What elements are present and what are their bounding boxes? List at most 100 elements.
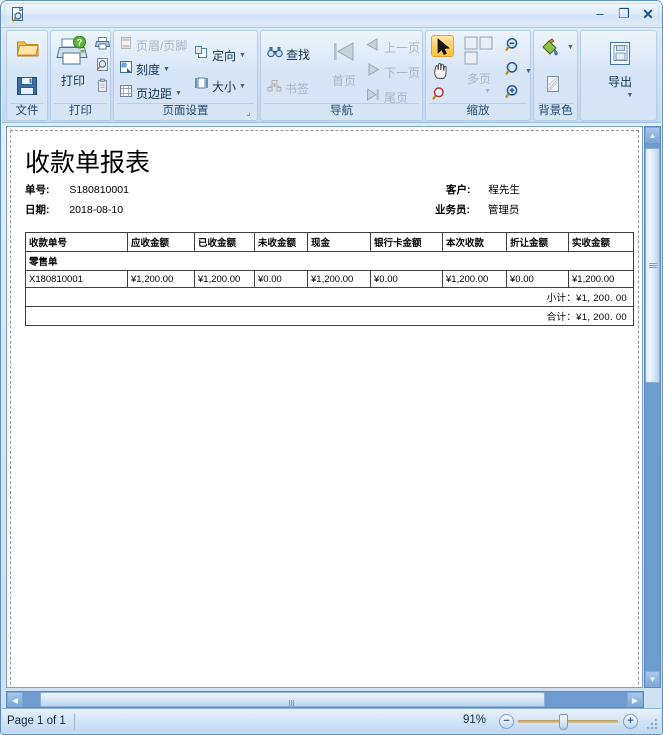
printer-with-question-icon: ? [56,36,90,67]
orientation-button[interactable]: 定向 ▼ [194,45,246,65]
hand-pan-icon[interactable] [431,61,451,86]
ribbon-group-title-background: 背景色 [534,104,577,119]
vertical-scrollbar-thumb[interactable] [645,148,660,383]
orientation-icon [194,45,209,65]
zoom-slider-thumb[interactable] [559,714,568,730]
ribbon-group-export: 导出 ▼ [580,30,657,121]
bookmark-tree-icon [267,79,282,98]
subtotal-label: 小计：¥1, 200. 00 [26,288,634,307]
close-button[interactable]: ✕ [637,6,659,22]
scroll-right-button[interactable]: ▶ [627,692,643,707]
ribbon-toolbar: 文件 ? 打印 [2,28,661,123]
prev-page-icon [365,37,381,57]
field-order-no-label: 单号: [25,184,50,196]
ribbon-group-title-page-setup: 页面设置 [114,104,257,119]
field-customer: 客户: 程先生 [446,182,520,197]
orientation-label: 定向 [212,47,236,64]
resize-grip-icon[interactable] [647,719,658,730]
scale-button[interactable]: 刻度 ▼ [119,60,170,79]
column-header: 折让金额 [507,233,569,252]
column-header: 本次收款 [443,233,507,252]
table-cell: ¥1,200.00 [308,271,371,288]
zoom-out-button[interactable]: − [499,714,514,729]
scroll-down-button[interactable]: ▼ [645,671,660,687]
bookmark-label: 书签 [285,80,309,97]
chevron-down-icon[interactable]: ▼ [525,68,532,75]
title-bar: – ❐ ✕ [1,1,662,28]
table-cell: ¥0.00 [255,271,308,288]
field-salesperson-label: 业务员: [435,204,470,216]
page-indicator: Page 1 of 1 [7,713,75,730]
scroll-left-button[interactable]: ◀ [7,692,23,707]
chevron-down-icon[interactable]: ▼ [163,66,170,73]
print-button[interactable]: ? 打印 [54,36,92,89]
pointer-tool-button[interactable] [431,35,454,57]
field-date-label: 日期: [25,204,50,216]
scroll-up-button[interactable]: ▲ [645,127,660,143]
chevron-down-icon[interactable]: ▼ [618,92,642,99]
print-preview-magnifier-icon[interactable] [95,57,110,77]
watermark-icon[interactable] [545,75,561,99]
column-header: 已收金额 [195,233,255,252]
find-button[interactable]: 查找 [267,45,310,64]
paper-size-icon [194,76,209,96]
margins-button[interactable]: 页边距 ▼ [119,84,182,103]
ribbon-group-title-navigation: 导航 [261,104,422,119]
zoom-slider-track[interactable] [518,720,618,723]
horizontal-scrollbar-thumb[interactable] [40,692,545,707]
multipage-button[interactable]: 多页 ▼ [459,35,499,95]
mouse-pointer-icon [433,37,454,57]
multipage-label: 多页 [459,70,499,87]
zoom-out-icon[interactable] [504,36,523,60]
maximize-button[interactable]: ❐ [613,6,635,22]
zoom-level-icon[interactable] [504,60,523,84]
open-folder-icon[interactable] [16,37,40,64]
group-label: 零售单 [26,252,634,271]
field-order-no-value: S180810001 [69,184,129,196]
paint-bucket-icon[interactable] [540,38,560,62]
clipboard-icon[interactable] [95,78,110,98]
minimize-button[interactable]: – [589,6,611,22]
svg-text:?: ? [77,37,83,47]
table-cell: ¥1,200.00 [195,271,255,288]
save-floppy-icon[interactable] [16,75,39,102]
table-total-row: 合计：¥1, 200. 00 [26,307,634,326]
document-viewport[interactable]: 收款单报表 单号: S180810001 日期: 2018-08-10 客户: … [6,126,643,688]
dialog-launcher-icon[interactable]: ⌟ [243,107,254,118]
chevron-down-icon[interactable]: ▼ [476,88,499,95]
find-label: 查找 [286,46,310,63]
status-bar: Page 1 of 1 91% − + [2,708,661,733]
table-cell: ¥0.00 [507,271,569,288]
export-button[interactable]: 导出 ▼ [598,40,642,99]
chevron-down-icon[interactable]: ▼ [239,83,246,90]
prev-page-label: 上一页 [384,39,420,56]
size-button[interactable]: 大小 ▼ [194,76,246,96]
bookmark-button[interactable]: 书签 [267,79,309,98]
margins-grid-icon [119,84,133,103]
ribbon-group-title-print: 打印 [51,104,110,119]
table-cell: ¥1,200.00 [569,271,634,288]
prev-page-button[interactable]: 上一页 [365,37,420,57]
chevron-down-icon[interactable]: ▼ [567,44,574,51]
quick-print-icon[interactable] [95,36,110,56]
zoom-in-button[interactable]: + [623,714,638,729]
report-page: 收款单报表 单号: S180810001 日期: 2018-08-10 客户: … [10,130,639,688]
field-order-no: 单号: S180810001 [25,182,129,197]
table-cell: X180810001 [26,271,128,288]
horizontal-scrollbar[interactable]: ◀ ▶ [6,691,644,708]
report-title: 收款单报表 [25,143,150,179]
ribbon-group-navigation: 查找 书签 首页 [260,30,423,121]
vertical-scrollbar[interactable]: ▲ ▼ [644,126,661,688]
ribbon-group-page-setup: 页眉/页脚 刻度 ▼ [113,30,258,121]
table-cell: ¥1,200.00 [443,271,507,288]
ribbon-group-title-file: 文件 [7,104,47,119]
chevron-down-icon[interactable]: ▼ [175,90,182,97]
field-salesperson-value: 管理员 [488,204,520,216]
next-page-button[interactable]: 下一页 [365,62,420,82]
first-page-button[interactable]: 首页 [327,37,361,89]
header-footer-button[interactable]: 页眉/页脚 [119,36,187,55]
chevron-down-icon[interactable]: ▼ [239,52,246,59]
size-label: 大小 [212,78,236,95]
ribbon-group-zoom: 多页 ▼ ▼ [425,30,531,121]
multiple-pages-icon [460,35,498,69]
